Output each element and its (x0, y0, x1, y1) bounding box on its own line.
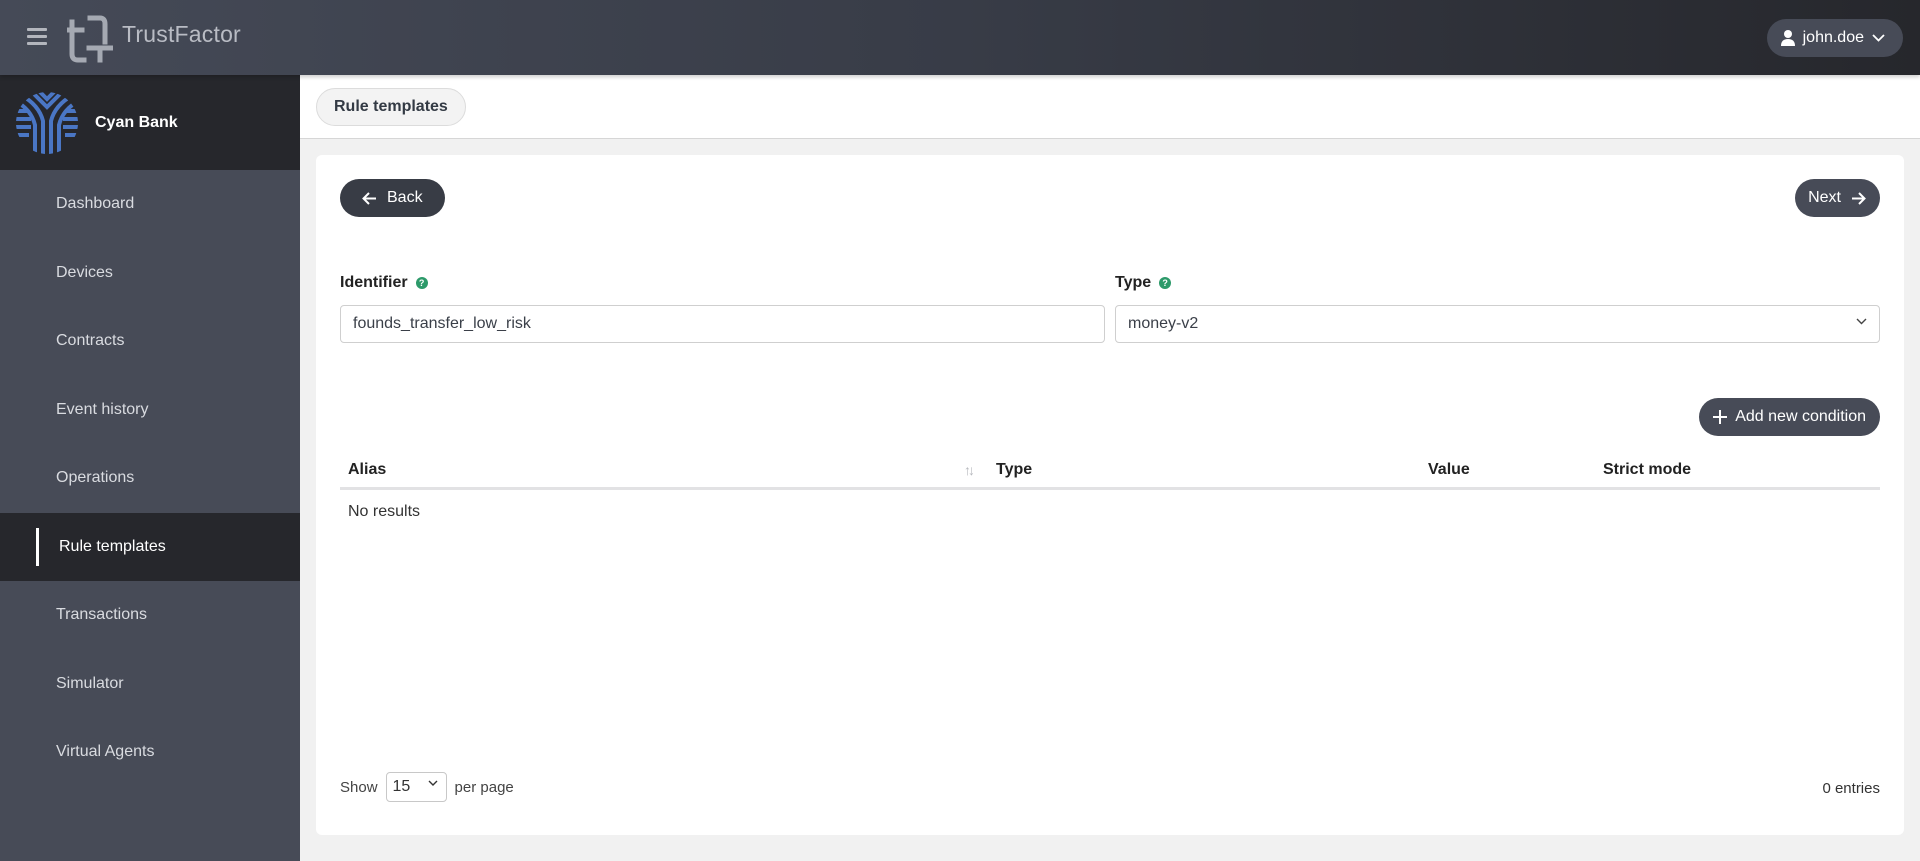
breadcrumb-rule-templates[interactable]: Rule templates (316, 88, 466, 126)
type-select[interactable]: money-v2 (1115, 305, 1880, 343)
user-icon (1780, 30, 1795, 46)
table-header: Alias ↑↓ Type Value Strict mode (340, 450, 1880, 490)
pagination-controls: Show 15 per page (340, 772, 514, 802)
arrow-right-icon (1852, 191, 1866, 205)
add-new-condition-button[interactable]: Add new condition (1699, 398, 1880, 436)
add-label: Add new condition (1735, 408, 1866, 425)
sidebar-nav: Dashboard Devices Contracts Event histor… (0, 170, 300, 787)
next-label: Next (1808, 189, 1841, 206)
sidebar-item-devices[interactable]: Devices (0, 239, 300, 308)
sidebar-item-virtual-agents[interactable]: Virtual Agents (0, 718, 300, 787)
arrow-left-icon (362, 191, 376, 205)
hamburger-icon[interactable] (27, 28, 47, 46)
brand-name: Cyan Bank (95, 113, 178, 131)
back-button[interactable]: Back (340, 179, 445, 217)
trustfactor-logo-icon (67, 15, 113, 63)
help-icon[interactable]: ? (1159, 277, 1172, 289)
brand: Cyan Bank (0, 75, 300, 170)
chevron-down-icon (1856, 318, 1867, 325)
app-title: TrustFactor (122, 21, 241, 47)
sidebar-item-event-history[interactable]: Event history (0, 376, 300, 445)
sidebar-item-contracts[interactable]: Contracts (0, 307, 300, 376)
next-button[interactable]: Next (1795, 179, 1880, 217)
column-strict-mode[interactable]: Strict mode (1603, 461, 1691, 479)
sidebar-item-simulator[interactable]: Simulator (0, 650, 300, 719)
rule-template-card: Back Next Identifier ? founds_transfer_l… (316, 155, 1904, 835)
sidebar: Cyan Bank Dashboard Devices Contracts Ev… (0, 75, 300, 861)
conditions-table: Alias ↑↓ Type Value Strict mode No resul… (340, 450, 1880, 520)
cyan-bank-logo-icon (16, 91, 78, 154)
sidebar-item-transactions[interactable]: Transactions (0, 581, 300, 650)
per-page-select[interactable]: 15 (385, 772, 447, 802)
top-bar: TrustFactor john.doe (0, 0, 1920, 75)
show-label: Show (340, 778, 378, 796)
sort-icon[interactable]: ↑↓ (964, 462, 975, 478)
identifier-label: Identifier ? (340, 274, 428, 292)
back-label: Back (387, 189, 423, 206)
empty-state: No results (348, 503, 421, 520)
chevron-down-icon (1872, 34, 1885, 42)
column-alias[interactable]: Alias (348, 461, 386, 479)
entries-count: 0 entries (1822, 780, 1880, 797)
plus-icon (1713, 410, 1728, 424)
breadcrumb-bar: Rule templates (300, 75, 1920, 139)
help-icon[interactable]: ? (415, 277, 428, 289)
sidebar-item-operations[interactable]: Operations (0, 444, 300, 513)
column-value[interactable]: Value (1428, 461, 1470, 479)
sidebar-item-dashboard[interactable]: Dashboard (0, 170, 300, 239)
identifier-input[interactable]: founds_transfer_low_risk (340, 305, 1105, 343)
sidebar-item-rule-templates[interactable]: Rule templates (0, 512, 300, 581)
user-menu-button[interactable]: john.doe (1766, 19, 1903, 57)
user-name: john.doe (1802, 29, 1864, 46)
column-type[interactable]: Type (996, 461, 1032, 479)
chevron-down-icon (428, 780, 438, 786)
per-page-label: per page (454, 778, 514, 796)
type-label: Type ? (1115, 274, 1172, 292)
